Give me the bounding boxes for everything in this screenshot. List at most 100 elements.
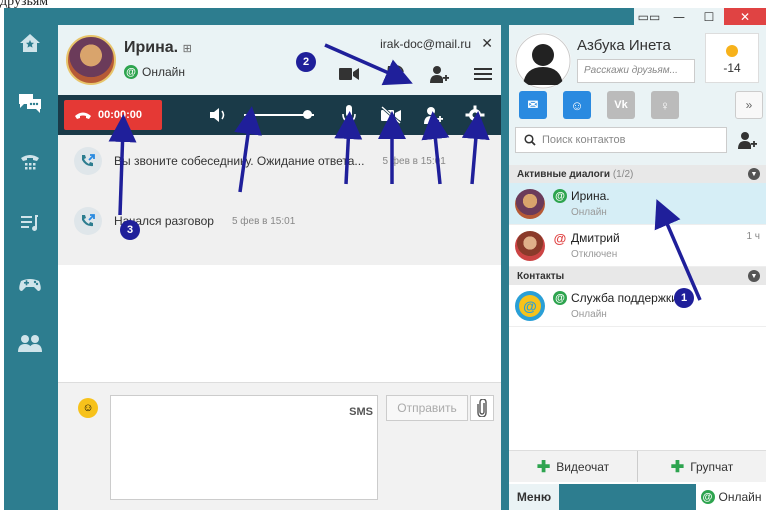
active-dialogs-header[interactable]: Активные диалоги (1/2) ▼ [509,165,766,183]
dialog-row-irina[interactable]: @ Ирина. Онлайн [509,183,766,225]
weather-widget[interactable]: -14 [705,33,759,83]
message-text: Вы звоните собеседнику. Ожидание ответа.… [114,154,365,168]
camera-off-icon [381,106,401,124]
online-at-icon: @ [553,189,567,203]
maximize-button[interactable]: ☐ [694,8,724,26]
menu-button[interactable]: Меню [509,484,559,510]
temperature: -14 [723,61,741,75]
online-status-button[interactable]: @ Онлайн [696,484,766,510]
contact-search[interactable]: Поиск контактов [515,127,727,153]
status-input[interactable]: Расскажи друзьям... [577,59,695,83]
sms-toggle[interactable]: SMS [349,406,373,418]
ok-service-button[interactable]: ♀ [651,91,679,119]
minimize-button[interactable]: — [664,8,694,26]
close-window-button[interactable]: ✕ [724,8,766,26]
chevron-down-icon[interactable]: ▼ [748,270,760,282]
message-time: 5 фев в 15:01 [231,215,296,227]
microphone-button[interactable] [338,104,360,126]
contacts-header[interactable]: Контакты ▼ [509,267,766,285]
nav-contacts[interactable] [15,328,45,358]
online-status-label: Онлайн [718,490,762,504]
nav-home[interactable] [15,28,45,58]
paperclip-icon [477,399,487,417]
home-icon [20,34,40,52]
hamburger-menu-icon [474,68,492,80]
contact-name: Служба поддержки [571,291,678,305]
contact-name: Ирина. ⊞ [124,39,192,57]
video-call-button[interactable] [338,63,360,85]
mail-service-button[interactable]: ✉ [519,91,547,119]
group-chat-button[interactable]: ✚ Групчат [637,451,766,482]
outgoing-call-icon [74,147,102,175]
vk-icon: Vk [614,99,628,111]
ok-icon: ♀ [660,97,670,113]
chat-bubbles-icon [19,94,41,113]
chat-header: Ирина. ⊞ @ Онлайн irak-doc@mail.ru ✕ [58,25,501,95]
online-at-icon: @ [124,65,138,79]
call-toolbar: 00:00:00 [58,95,501,135]
offline-at-icon: @ [553,230,567,246]
voice-call-button[interactable] [384,63,406,85]
online-at-icon: @ [700,490,715,504]
message-list: Вы звоните собеседнику. Ожидание ответа.… [58,135,501,265]
contact-row-support[interactable]: @ @ Служба поддержки Онлайн [509,285,766,327]
mymail-service-button[interactable]: ☺ [563,91,591,119]
nav-music[interactable] [15,208,45,238]
contact-avatar[interactable] [66,35,116,85]
windows-icon: ⊞ [182,43,192,55]
nav-chats[interactable] [15,88,45,118]
dialog-avatar [515,231,545,261]
left-nav [4,18,56,510]
message-item: Начался разговор 5 фев в 15:01 [74,207,295,235]
dialog-row-dmitriy[interactable]: @ Дмитрий Отключен 1 ч [509,225,766,267]
contact-status: @ Онлайн [124,65,185,79]
chat-menu-button[interactable] [472,63,494,85]
smile-service-icon: ☺ [570,97,584,113]
mini-mode-button[interactable]: ▭▭ [634,8,664,26]
hang-up-button[interactable]: 00:00:00 [64,100,162,130]
video-camera-icon [339,68,359,80]
user-silhouette-icon [515,33,571,89]
vk-service-button[interactable]: Vk [607,91,635,119]
online-at-icon: @ [553,291,567,305]
add-to-call-button[interactable] [422,104,444,126]
attach-file-button[interactable] [470,395,494,421]
contact-name-text: Ирина. [124,39,179,56]
group-chat-label: Групчат [690,459,734,474]
screenshot-root: друзьям ▭▭ — ☐ ✕ Ирина. ⊞ @ Онлайн irak-… [0,0,766,510]
add-contact-button[interactable] [735,129,759,151]
search-icon [524,134,536,146]
annotation-badge-2: 2 [296,52,316,72]
gear-icon [465,105,485,125]
add-user-icon [430,66,449,83]
active-dialogs-count: (1/2) [612,168,634,180]
close-chat-button[interactable]: ✕ [481,35,493,52]
profile-block: Азбука Инета Расскажи друзьям... -14 ✉ ☺… [509,25,766,165]
nav-games[interactable] [15,268,45,298]
support-avatar: @ [515,291,545,321]
phone-ringing-icon [387,65,404,82]
contacts-label: Контакты [517,270,565,282]
volume-slider-handle[interactable] [303,110,312,119]
chevron-down-icon[interactable]: ▼ [748,168,760,180]
contact-email: irak-doc@mail.ru [380,37,471,51]
sun-icon [726,45,738,57]
dialog-status: Отключен [571,249,618,260]
search-placeholder: Поиск контактов [542,134,626,146]
call-settings-button[interactable] [464,104,486,126]
send-button[interactable]: Отправить [386,395,468,421]
my-avatar[interactable] [515,33,571,89]
video-chat-button[interactable]: ✚ Видеочат [509,451,637,482]
camera-toggle-button[interactable] [380,104,402,126]
nav-calls[interactable] [15,148,45,178]
message-input[interactable]: SMS [110,395,378,500]
more-services-button[interactable]: » [735,91,763,119]
emoji-button[interactable]: ☺ [78,398,98,418]
panel-footer: Меню @ Онлайн [509,484,766,510]
add-participant-button[interactable] [428,63,450,85]
dialog-name: Ирина. [571,189,610,203]
people-icon [18,335,42,352]
dialog-status: Онлайн [571,207,607,218]
volume-button[interactable] [208,104,230,126]
hang-up-icon [75,112,91,119]
